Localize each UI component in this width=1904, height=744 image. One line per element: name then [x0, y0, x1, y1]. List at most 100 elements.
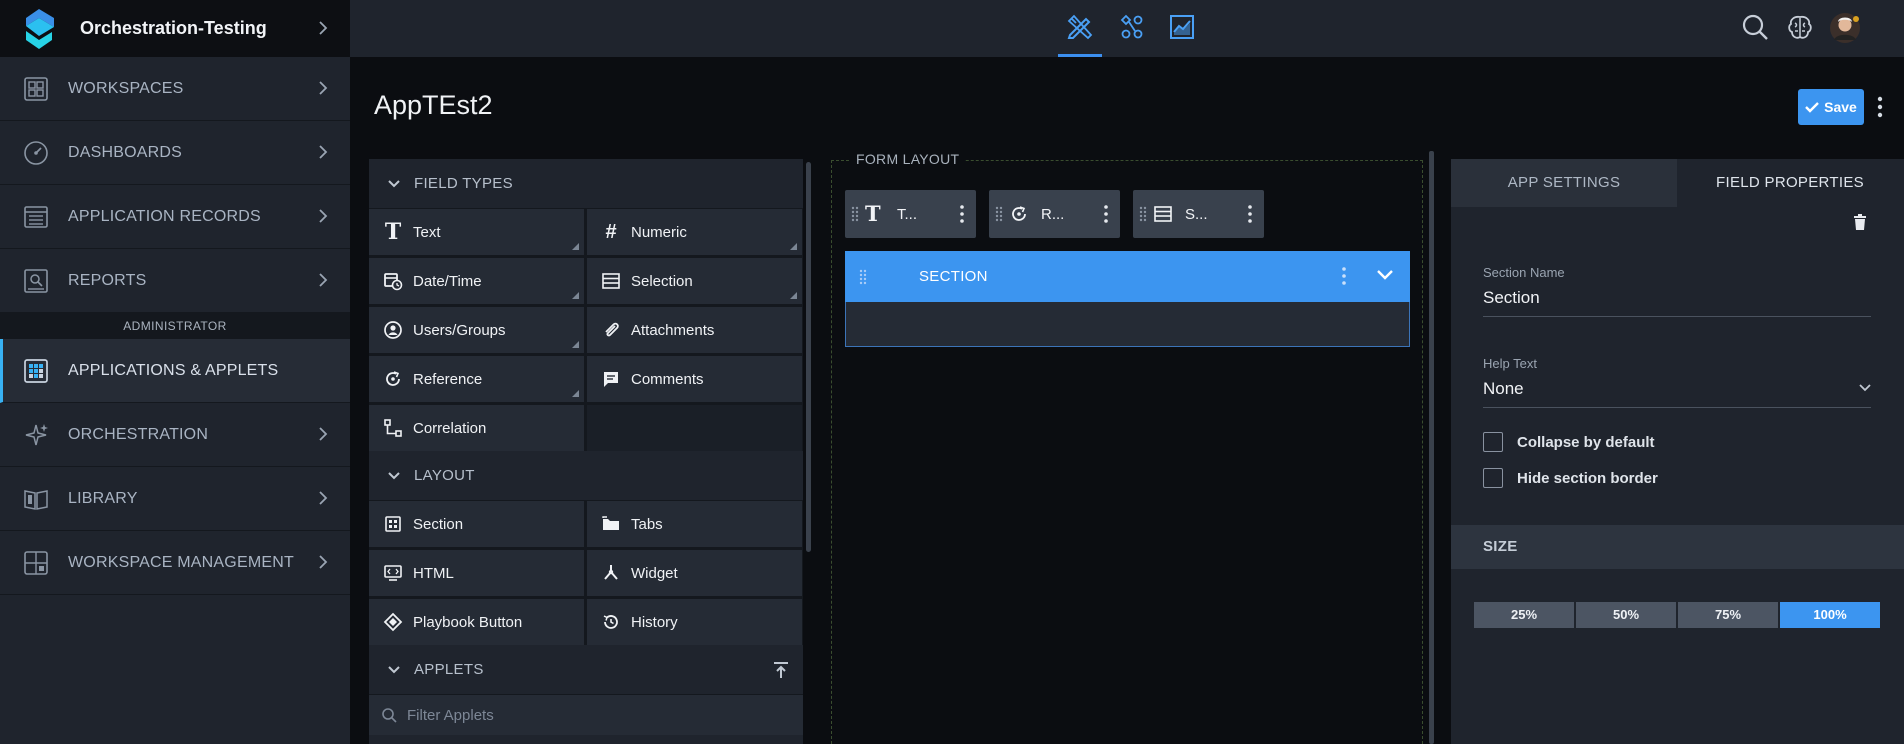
layout-item-playbook-button[interactable]: Playbook Button	[369, 599, 584, 645]
layout-item-tabs[interactable]: Tabs	[587, 501, 802, 547]
reference-icon	[1012, 206, 1026, 221]
field-type-datetime[interactable]: Date/Time	[369, 258, 584, 304]
ai-assistant-button[interactable]	[1784, 12, 1816, 44]
field-type-users-groups[interactable]: Users/Groups	[369, 307, 584, 353]
chip-label: T...	[897, 205, 918, 223]
filter-placeholder: Filter Applets	[407, 706, 494, 724]
field-type-attachments[interactable]: Attachments	[587, 307, 802, 353]
form-layout-canvas[interactable]	[831, 160, 1423, 744]
chevron-right-icon	[319, 21, 328, 35]
drag-handle-icon	[1139, 206, 1147, 222]
page-title: AppTEst2	[374, 90, 493, 120]
help-text-value: None	[1483, 379, 1524, 398]
layout-item-widget[interactable]: Widget	[587, 550, 802, 596]
brand-logo-icon	[26, 8, 54, 49]
more-vertical-icon[interactable]	[1876, 96, 1884, 118]
chevron-right-icon	[319, 427, 328, 441]
paperclip-icon	[605, 322, 619, 337]
text-t-icon: T	[865, 201, 881, 226]
field-type-label: Numeric	[631, 223, 687, 241]
field-type-numeric[interactable]: # Numeric	[587, 209, 802, 255]
checkbox[interactable]	[1483, 432, 1503, 452]
layout-item-label: HTML	[413, 564, 454, 582]
size-option-100[interactable]: 100%	[1780, 602, 1880, 628]
save-button[interactable]: Save	[1798, 89, 1864, 125]
form-field-chip-text[interactable]: T T...	[845, 190, 976, 238]
brand-header[interactable]: Orchestration-Testing	[0, 0, 350, 57]
nav-library[interactable]: LIBRARY	[0, 467, 350, 531]
field-types-heading[interactable]: FIELD TYPES	[369, 159, 803, 209]
more-vertical-icon[interactable]	[1342, 267, 1346, 285]
layout-item-history[interactable]: History	[587, 599, 802, 645]
nav-label: DASHBOARDS	[68, 143, 183, 161]
tab-orchestration[interactable]	[1110, 8, 1154, 48]
more-vertical-icon[interactable]	[1248, 205, 1252, 223]
section-name-input[interactable]: Section	[1483, 288, 1871, 317]
chevron-down-icon	[388, 179, 400, 187]
collapse-to-top-icon[interactable]	[773, 661, 789, 679]
tab-field-properties[interactable]: FIELD PROPERTIES	[1677, 159, 1903, 207]
field-type-selection[interactable]: Selection	[587, 258, 802, 304]
properties-panel: APP SETTINGS FIELD PROPERTIES Section Na…	[1451, 159, 1904, 744]
search-button[interactable]	[1740, 12, 1772, 44]
panel-resize-divider[interactable]	[1429, 151, 1434, 744]
user-circle-icon	[384, 321, 402, 339]
field-type-reference[interactable]: Reference	[369, 356, 584, 402]
layout-heading[interactable]: LAYOUT	[369, 451, 803, 501]
field-type-label: Comments	[631, 370, 704, 388]
filter-applets-input[interactable]: Filter Applets	[369, 695, 803, 735]
trash-icon[interactable]	[1853, 214, 1867, 230]
nav-dashboards[interactable]: DASHBOARDS	[0, 121, 350, 185]
library-book-icon	[24, 490, 48, 510]
more-vertical-icon[interactable]	[960, 205, 964, 223]
nav-reports[interactable]: REPORTS	[0, 249, 350, 313]
workspaces-icon	[24, 77, 48, 101]
form-field-chip-selection[interactable]: S...	[1133, 190, 1264, 238]
palette-scrollbar[interactable]	[806, 162, 811, 552]
nav-workspace-management[interactable]: WORKSPACE MANAGEMENT	[0, 531, 350, 595]
user-avatar[interactable]	[1829, 12, 1861, 44]
list-lines-icon	[602, 273, 620, 289]
size-option-25[interactable]: 25%	[1474, 602, 1574, 628]
drag-handle-icon	[859, 269, 867, 284]
chevron-down-icon	[388, 471, 400, 479]
correlation-icon	[384, 419, 402, 437]
section-heading-label: APPLETS	[414, 661, 484, 678]
form-field-chip-reference[interactable]: R...	[989, 190, 1120, 238]
chevron-down-icon[interactable]	[1376, 269, 1394, 281]
nav-application-records[interactable]: APPLICATION RECORDS	[0, 185, 350, 249]
hide-section-border-checkbox[interactable]: Hide section border	[1483, 468, 1658, 488]
size-option-50[interactable]: 50%	[1576, 602, 1676, 628]
tab-design[interactable]	[1058, 8, 1102, 57]
tab-app-settings[interactable]: APP SETTINGS	[1451, 159, 1677, 207]
field-type-label: Date/Time	[413, 272, 482, 290]
field-type-label: Reference	[413, 370, 483, 388]
field-types-grid: T Text # Numeric Date/Time Selection Use…	[369, 209, 803, 451]
layout-item-html[interactable]: HTML	[369, 550, 584, 596]
workspace-management-icon	[24, 551, 48, 575]
form-section-body[interactable]	[845, 302, 1410, 347]
size-option-75[interactable]: 75%	[1678, 602, 1778, 628]
form-section-header[interactable]: SECTION	[845, 251, 1410, 302]
resize-corner-icon	[790, 243, 797, 250]
applets-heading[interactable]: APPLETS	[369, 645, 803, 695]
nav-label: WORKSPACES	[68, 79, 184, 97]
field-type-correlation[interactable]: Correlation	[369, 405, 584, 451]
nav-orchestration[interactable]: ORCHESTRATION	[0, 403, 350, 467]
field-type-text[interactable]: T Text	[369, 209, 584, 255]
help-text-select[interactable]: None	[1483, 379, 1871, 408]
field-type-comments[interactable]: Comments	[587, 356, 802, 402]
more-vertical-icon[interactable]	[1104, 205, 1108, 223]
layout-item-section[interactable]: Section	[369, 501, 584, 547]
tab-reporting[interactable]	[1160, 8, 1204, 48]
layout-grid: Section Tabs HTML Widget Playbook Button…	[369, 501, 803, 645]
resize-corner-icon	[572, 292, 579, 299]
hash-icon: #	[605, 220, 617, 243]
save-label: Save	[1824, 99, 1857, 115]
size-heading: SIZE	[1451, 525, 1904, 569]
nav-applications-applets[interactable]: APPLICATIONS & APPLETS	[0, 339, 350, 403]
checkbox[interactable]	[1483, 468, 1503, 488]
nav-workspaces[interactable]: WORKSPACES	[0, 57, 350, 121]
checkbox-label: Hide section border	[1517, 469, 1658, 487]
collapse-by-default-checkbox[interactable]: Collapse by default	[1483, 432, 1655, 452]
